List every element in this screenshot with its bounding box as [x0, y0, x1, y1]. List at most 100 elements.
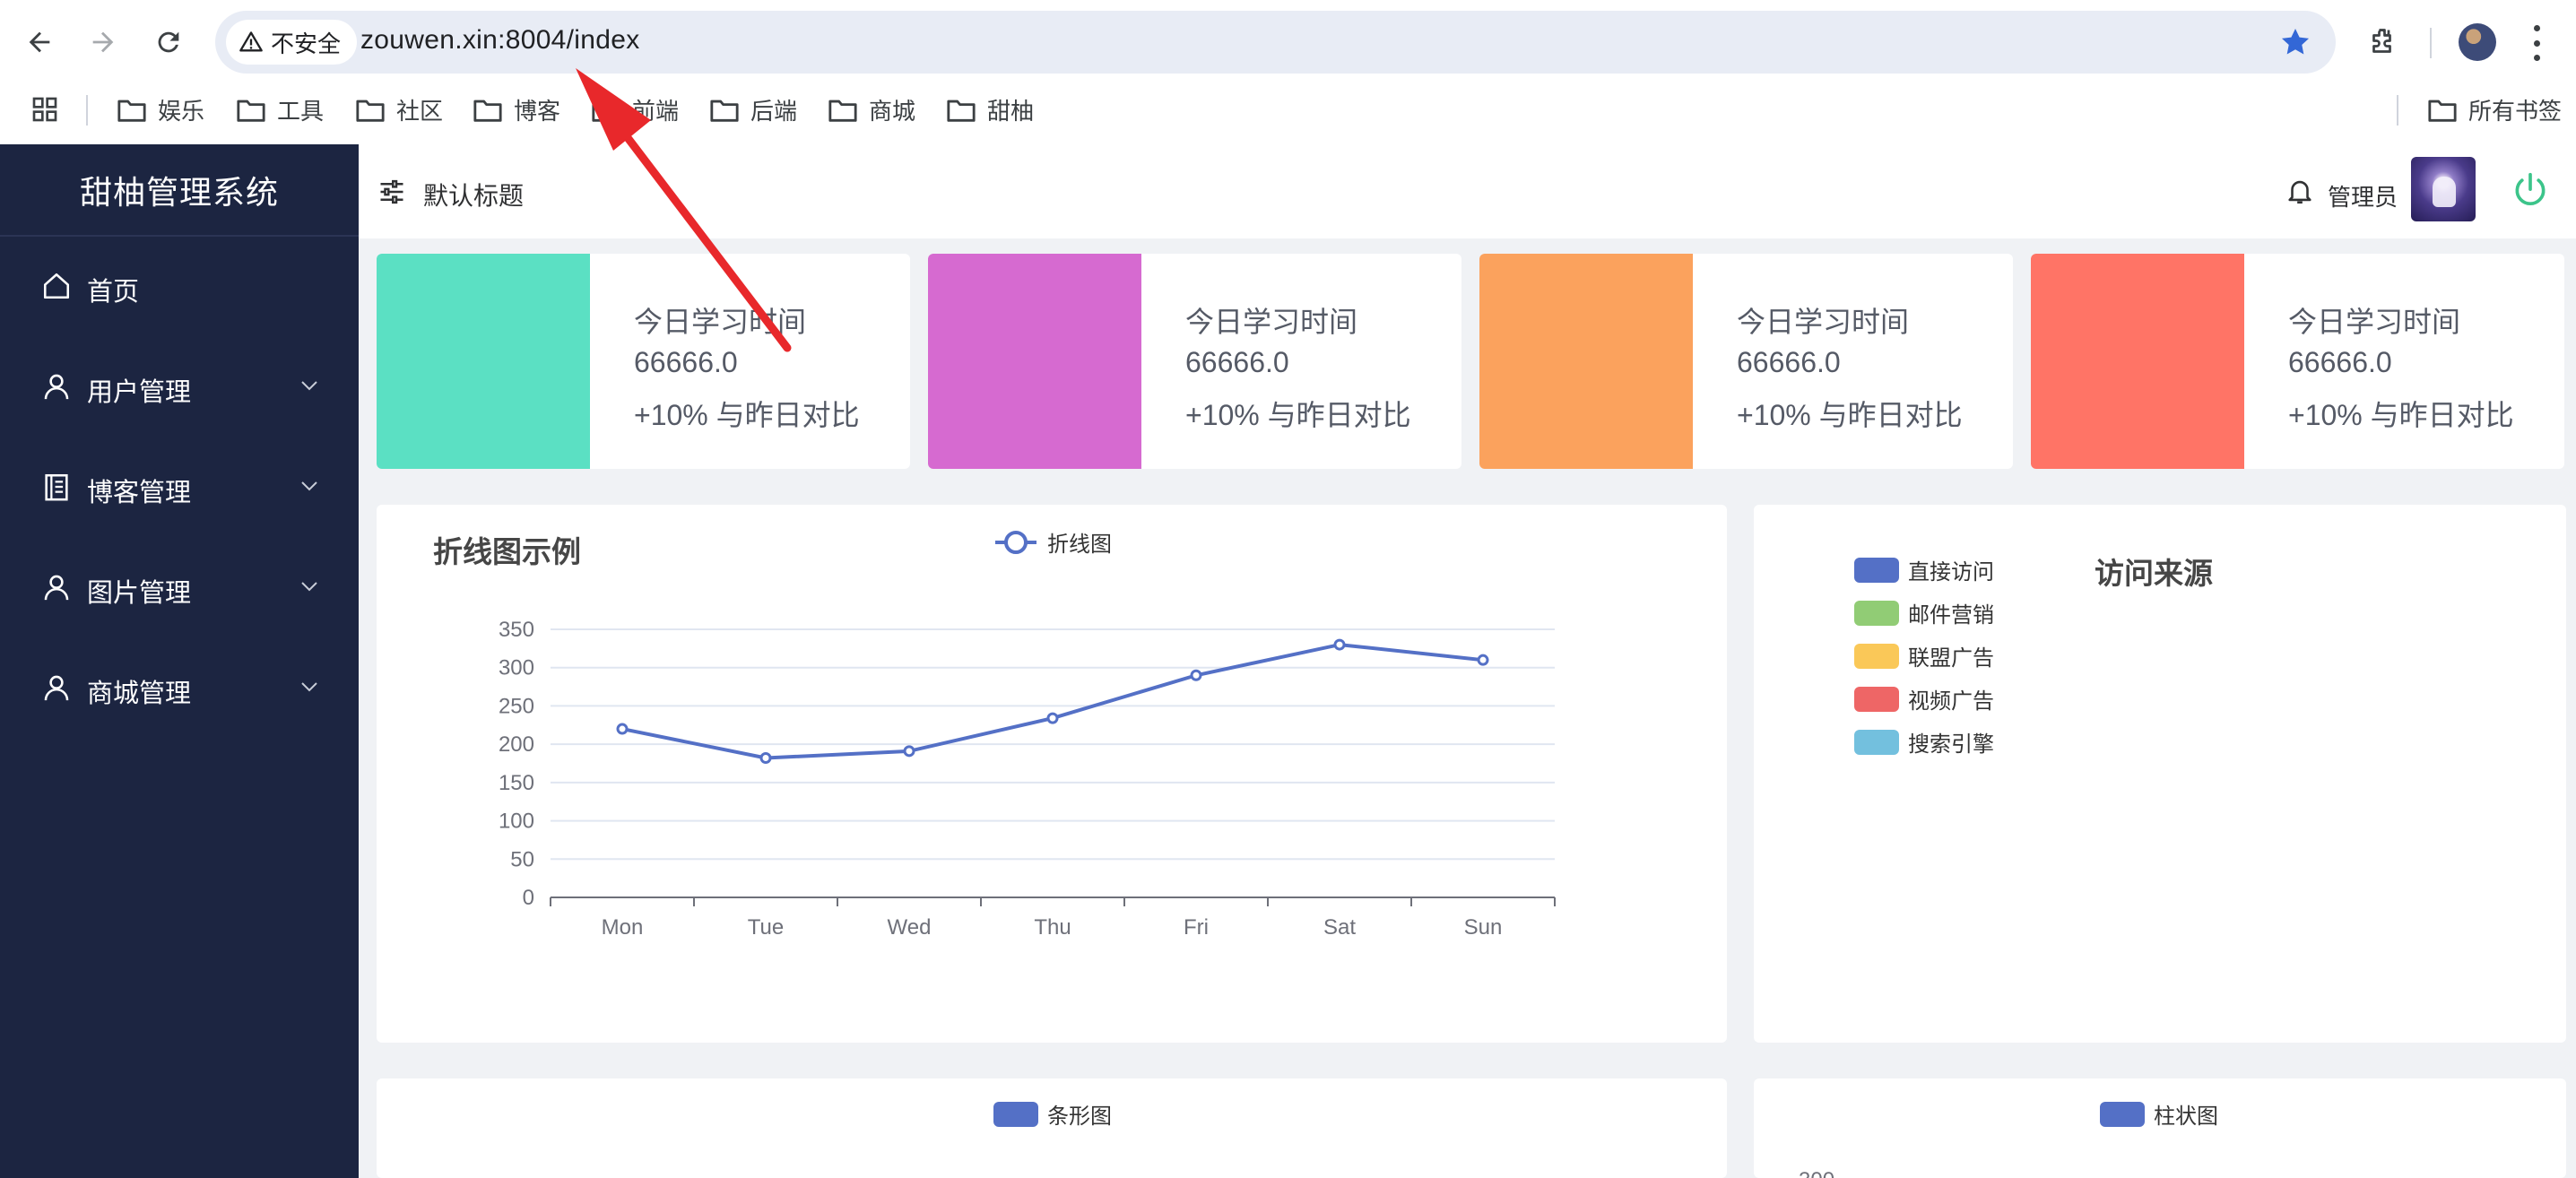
bell-icon[interactable]: [2285, 175, 2315, 207]
bookmark-folder[interactable]: 博客: [473, 93, 560, 126]
top-header: 默认标题 管理员: [359, 144, 2576, 238]
tick-label: 50: [510, 847, 534, 871]
stat-value: 66666.0: [1185, 346, 1289, 378]
chevron-down-icon: [301, 682, 317, 692]
tick-label: 350: [499, 618, 534, 642]
legend-label: 柱状图: [2154, 1104, 2218, 1129]
legend-swatch: [1854, 600, 1899, 626]
sidebar-item-label: 图片管理: [87, 579, 192, 608]
address-bar[interactable]: 不安全 zouwen.xin:8004/index: [215, 11, 2336, 74]
folder-icon: [237, 100, 265, 122]
legend-swatch: [1854, 686, 1899, 712]
stat-card-color-block: [928, 254, 1141, 469]
pie-chart-panel: 访问来源 直接访问邮件营销联盟广告视频广告搜索引擎: [1754, 505, 2566, 1043]
power-icon[interactable]: [2511, 171, 2550, 211]
tick-label: 150: [499, 771, 534, 795]
tick-label: 300: [1799, 1168, 1834, 1178]
sidebar: 甜柚管理系统 首页 用户管理 博客管理 图片管理 商城管理: [0, 144, 359, 1178]
all-bookmarks-folder[interactable]: 所有书签: [2427, 93, 2562, 126]
bookmark-folder[interactable]: 后端: [709, 93, 797, 126]
data-point[interactable]: [616, 723, 629, 735]
data-point[interactable]: [1477, 654, 1489, 666]
legend-swatch: [1854, 729, 1899, 755]
user-icon: [44, 575, 69, 601]
legend-item[interactable]: 邮件营销: [1854, 597, 1994, 628]
line-chart-panel: 折线图示例 折线图 0 50 100 150 200 250 300 350 Mon Tue Wed…: [377, 505, 1727, 1043]
stat-card-color-block: [1479, 254, 1693, 469]
more-icon[interactable]: [2530, 25, 2543, 61]
back-button[interactable]: [15, 18, 64, 66]
browser-chrome: 不安全 zouwen.xin:8004/index 娱乐 工具 社区 博客 前端…: [0, 0, 2576, 144]
chart-legend[interactable]: 条形图: [993, 1098, 1112, 1130]
legend-item[interactable]: 直接访问: [1854, 554, 1994, 585]
security-chip[interactable]: 不安全: [226, 20, 358, 65]
data-point[interactable]: [903, 745, 915, 758]
bookmark-folder[interactable]: 工具: [236, 93, 324, 126]
user-name[interactable]: 管理员: [2328, 179, 2398, 212]
reload-button[interactable]: [144, 18, 193, 66]
extensions-button[interactable]: [2361, 20, 2406, 65]
bookmark-folder[interactable]: 前端: [591, 93, 679, 126]
sidebar-item-images[interactable]: 图片管理: [0, 538, 359, 638]
legend-swatch: [1854, 557, 1899, 583]
chart-legend[interactable]: 柱状图: [2100, 1098, 2218, 1130]
stat-card: 今日学习时间 66666.0 +10% 与昨日对比: [377, 254, 910, 469]
sidebar-item-shop[interactable]: 商城管理: [0, 638, 359, 739]
bookmarks-divider: [86, 95, 88, 126]
tick-label: Fri: [1184, 915, 1209, 940]
legend-swatch: [993, 1101, 1038, 1127]
folder-icon: [947, 100, 976, 122]
user-icon: [44, 374, 69, 400]
extensions-icon: [2372, 29, 2391, 53]
apps-icon[interactable]: [30, 95, 59, 124]
folder-icon: [2428, 100, 2457, 122]
sidebar-item-home[interactable]: 首页: [0, 237, 359, 337]
avatar[interactable]: [2411, 157, 2476, 221]
sidebar-item-users[interactable]: 用户管理: [0, 337, 359, 437]
stat-card: 今日学习时间 66666.0 +10% 与昨日对比: [1479, 254, 2013, 469]
stat-label: 今日学习时间: [1185, 306, 1358, 338]
data-point[interactable]: [1190, 669, 1202, 681]
stat-label: 今日学习时间: [1737, 306, 1910, 338]
tick-label: Sat: [1323, 915, 1356, 940]
bookmarks-bar: 娱乐 工具 社区 博客 前端 后端 商城 甜柚 所有书签: [0, 82, 2576, 136]
data-point[interactable]: [759, 752, 772, 765]
sidebar-item-blogs[interactable]: 博客管理: [0, 437, 359, 538]
security-label: 不安全: [271, 30, 342, 57]
folder-icon: [828, 100, 857, 122]
chevron-down-icon: [301, 381, 317, 391]
legend-item[interactable]: 联盟广告: [1854, 640, 1994, 671]
legend-swatch: [1854, 643, 1899, 669]
tick-label: Wed: [888, 915, 932, 940]
bookmark-folder[interactable]: 娱乐: [117, 93, 204, 126]
folder-icon: [592, 100, 620, 122]
bookmark-folder[interactable]: 商城: [828, 93, 915, 126]
sliders-icon[interactable]: [378, 178, 405, 205]
stat-card-color-block: [377, 254, 590, 469]
forward-button[interactable]: [79, 18, 127, 66]
home-icon: [43, 273, 70, 299]
column-chart-panel: 柱状图 300: [1754, 1078, 2566, 1178]
tick-label: 100: [499, 810, 534, 834]
url-text[interactable]: zouwen.xin:8004/index: [360, 25, 640, 56]
bookmark-folder[interactable]: 甜柚: [946, 93, 1034, 126]
data-point[interactable]: [1046, 712, 1059, 724]
stat-change: +10% 与昨日对比: [1185, 399, 1411, 431]
star-icon[interactable]: [2278, 25, 2312, 59]
bookmarks-divider: [2397, 95, 2398, 126]
back-icon: [29, 31, 50, 53]
legend-item[interactable]: 搜索引擎: [1854, 726, 1994, 758]
legend-label: 条形图: [1047, 1104, 1112, 1129]
pie-chart: 直接访问邮件营销联盟广告视频广告搜索引擎: [1754, 505, 2566, 1043]
legend-item[interactable]: 视频广告: [1854, 683, 1994, 715]
series-line: [621, 643, 1484, 760]
profile-avatar[interactable]: [2459, 23, 2496, 61]
sidebar-item-label: 商城管理: [87, 680, 192, 708]
reload-icon: [158, 31, 179, 53]
bookmark-folder[interactable]: 社区: [355, 93, 443, 126]
warning-icon: [239, 31, 263, 52]
data-point[interactable]: [1333, 638, 1346, 651]
toolbar-divider: [2430, 28, 2432, 58]
tick-label: 300: [499, 656, 534, 680]
stat-value: 66666.0: [634, 346, 738, 378]
